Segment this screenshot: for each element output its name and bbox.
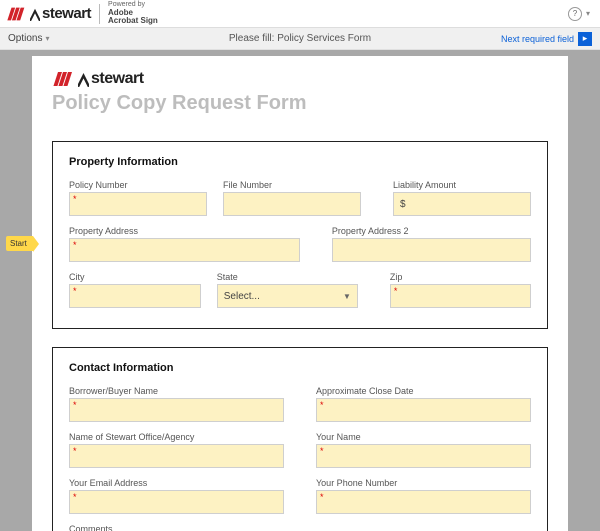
- input-your-phone[interactable]: [316, 490, 531, 514]
- label-close-date: Approximate Close Date: [316, 386, 531, 396]
- label-office: Name of Stewart Office/Agency: [69, 432, 284, 442]
- toolbar: Options ▾ Please fill: Policy Services F…: [0, 28, 600, 50]
- input-close-date[interactable]: [316, 398, 531, 422]
- input-zip[interactable]: [390, 284, 531, 308]
- label-file-number: File Number: [223, 180, 361, 190]
- section-title: Contact Information: [69, 362, 531, 374]
- document-viewport: Start stewart Policy Copy Request Form P…: [0, 50, 600, 531]
- input-your-email[interactable]: [69, 490, 284, 514]
- help-dropdown-icon[interactable]: ▾: [586, 9, 590, 18]
- label-borrower: Borrower/Buyer Name: [69, 386, 284, 396]
- label-your-phone: Your Phone Number: [316, 478, 531, 488]
- options-menu[interactable]: Options ▾: [8, 33, 49, 44]
- label-property-address: Property Address: [69, 226, 300, 236]
- caret-up-icon: [78, 71, 89, 87]
- caret-up-icon: [30, 7, 40, 21]
- input-policy-number[interactable]: [69, 192, 207, 216]
- start-tab[interactable]: Start: [6, 236, 33, 251]
- section-title: Property Information: [69, 156, 531, 168]
- chevron-down-icon: ▼: [343, 292, 351, 301]
- label-your-name: Your Name: [316, 432, 531, 442]
- next-required-link[interactable]: Next required field: [501, 34, 574, 44]
- input-borrower[interactable]: [69, 398, 284, 422]
- stripes-icon: [6, 7, 28, 21]
- input-property-address2[interactable]: [332, 238, 531, 262]
- input-city[interactable]: [69, 284, 201, 308]
- section-property-info: Property Information Policy Number File …: [52, 141, 548, 329]
- label-policy-number: Policy Number: [69, 180, 207, 190]
- stewart-logo: stewart: [6, 5, 91, 22]
- powered-by-sign: Acrobat Sign: [108, 16, 158, 25]
- document-title: Policy Copy Request Form: [52, 92, 548, 115]
- chevron-down-icon: ▾: [45, 34, 49, 43]
- label-liability-amount: Liability Amount: [393, 180, 531, 190]
- input-liability-amount[interactable]: $: [393, 192, 531, 216]
- label-property-address2: Property Address 2: [332, 226, 531, 236]
- label-comments: Comments: [69, 524, 531, 531]
- section-contact-info: Contact Information Borrower/Buyer Name …: [52, 347, 548, 531]
- help-icon[interactable]: ?: [568, 7, 582, 21]
- options-label: Options: [8, 33, 42, 44]
- input-property-address[interactable]: [69, 238, 300, 262]
- liability-value: $: [400, 199, 406, 210]
- form-page: stewart Policy Copy Request Form Propert…: [32, 56, 568, 531]
- stripes-icon: [52, 71, 76, 87]
- label-zip: Zip: [390, 272, 531, 282]
- next-required-button[interactable]: ▸: [578, 32, 592, 46]
- label-state: State: [217, 272, 358, 282]
- brand-bar: stewart Powered by Adobe Acrobat Sign ? …: [0, 0, 600, 28]
- label-your-email: Your Email Address: [69, 478, 284, 488]
- powered-by-adobe: Adobe: [108, 8, 133, 17]
- document-logo: stewart: [52, 70, 548, 88]
- input-file-number[interactable]: [223, 192, 361, 216]
- label-city: City: [69, 272, 201, 282]
- state-placeholder: Select...: [224, 291, 260, 302]
- input-office[interactable]: [69, 444, 284, 468]
- document-logo-text: stewart: [91, 70, 144, 88]
- select-state[interactable]: Select... ▼: [217, 284, 358, 308]
- brand-divider: [99, 4, 100, 24]
- powered-by: Powered by Adobe Acrobat Sign: [108, 1, 158, 26]
- input-your-name[interactable]: [316, 444, 531, 468]
- brand-wordmark: stewart: [42, 5, 91, 22]
